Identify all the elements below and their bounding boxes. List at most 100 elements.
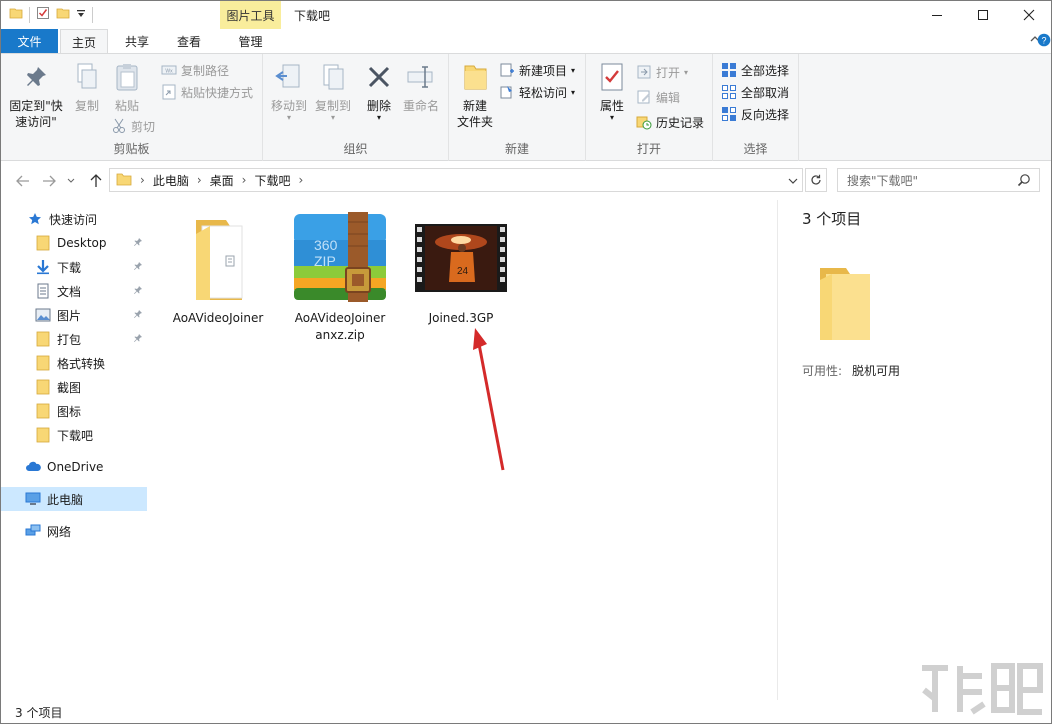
folder-icon [35, 427, 51, 443]
customize-dropdown-icon[interactable] [76, 6, 86, 23]
nav-item-screenshots[interactable]: 截图 [1, 375, 147, 399]
organize-group-label: 组织 [343, 142, 368, 156]
svg-text:?: ? [1041, 36, 1046, 46]
nav-item-icons[interactable]: 图标 [1, 399, 147, 423]
new-item-icon [499, 62, 515, 78]
tab-home[interactable]: 主页 [60, 29, 108, 54]
file-item-zip[interactable]: 360 ZIP AoAVideoJoiner anxz.zip [290, 210, 390, 344]
new-item-button[interactable]: 新建项目 ▾ [499, 60, 575, 80]
organize-group: 移动到 ▾ 复制到 ▾ 删除 ▾ 重命名 组织 [263, 54, 449, 161]
copy-button[interactable]: 复制 [69, 60, 105, 114]
delete-x-icon [362, 60, 396, 94]
file-item-folder[interactable]: AoAVideoJoiner [168, 210, 268, 327]
history-button[interactable]: 历史记录 [636, 112, 704, 132]
select-none-icon [721, 84, 737, 100]
window-title: 下载吧 [294, 9, 331, 23]
up-button[interactable] [86, 172, 106, 190]
paste-button[interactable]: 粘贴 [109, 60, 145, 114]
ribbon-tabs: 文件 主页 共享 查看 管理 ? [1, 29, 1051, 54]
select-all-button[interactable]: 全部选择 [721, 60, 789, 80]
properties-button[interactable]: 属性 ▾ [592, 60, 632, 122]
pin-icon[interactable] [133, 236, 143, 250]
help-icon[interactable]: ? [1037, 33, 1051, 50]
new-folder-icon[interactable] [56, 6, 70, 23]
nav-this-pc[interactable]: 此电脑 [1, 487, 147, 511]
new-folder-icon [458, 60, 492, 94]
nav-item-desktop[interactable]: Desktop [1, 231, 147, 255]
move-to-icon [272, 60, 306, 94]
close-button[interactable] [1006, 1, 1051, 29]
properties-check-icon[interactable] [36, 6, 50, 23]
details-item-count: 3 个项目 [802, 210, 862, 228]
breadcrumb-this-pc[interactable]: 此电脑 [153, 172, 189, 189]
refresh-button[interactable] [805, 168, 827, 192]
address-bar[interactable]: › 此电脑 › 桌面 › 下载吧 › [109, 168, 803, 192]
select-group: 全部选择 全部取消 反向选择 选择 [713, 54, 799, 161]
folder-icon [35, 355, 51, 371]
open-group-label: 打开 [636, 142, 661, 156]
tab-share[interactable]: 共享 [113, 29, 161, 53]
zip-archive-icon: 360 ZIP [292, 210, 388, 306]
nav-item-pack[interactable]: 打包 [1, 327, 147, 351]
breadcrumb-current[interactable]: 下载吧 [254, 172, 290, 189]
nav-network[interactable]: 网络 [1, 519, 147, 543]
pin-icon[interactable] [133, 332, 143, 346]
invert-selection-button[interactable]: 反向选择 [721, 104, 789, 124]
cut-button[interactable]: 剪切 [111, 116, 155, 136]
minimize-button[interactable] [914, 1, 960, 29]
edit-button[interactable]: 编辑 [636, 87, 680, 107]
pin-icon[interactable] [133, 260, 143, 274]
properties-check-icon [595, 60, 629, 94]
explorer-window: 图片工具 下载吧 文件 主页 共享 查看 管理 ? 固定到"快 速访问" 复制 … [0, 0, 1052, 724]
tab-view[interactable]: 查看 [165, 29, 213, 53]
edit-icon [636, 89, 652, 105]
tab-file[interactable]: 文件 [1, 29, 58, 53]
nav-item-format-convert[interactable]: 格式转换 [1, 351, 147, 375]
copy-path-button[interactable]: Wx 复制路径 [161, 60, 229, 80]
breadcrumb-desktop[interactable]: 桌面 [210, 172, 234, 189]
scissors-icon [111, 118, 127, 134]
copy-path-icon: Wx [161, 62, 177, 78]
copy-to-button[interactable]: 复制到 ▾ [311, 60, 355, 122]
new-folder-button[interactable]: 新建 文件夹 [451, 60, 499, 130]
svg-text:360: 360 [314, 237, 338, 253]
history-icon [636, 114, 652, 130]
rename-button[interactable]: 重命名 [399, 60, 443, 114]
nav-item-xiazaiba[interactable]: 下载吧 [1, 423, 147, 447]
nav-item-pictures[interactable]: 图片 [1, 303, 147, 327]
paste-shortcut-icon [161, 84, 177, 100]
select-none-button[interactable]: 全部取消 [721, 82, 789, 102]
search-icon [1017, 173, 1031, 190]
video-thumbnail: 24 [413, 210, 509, 306]
forward-button[interactable] [39, 172, 59, 190]
back-button[interactable] [13, 172, 33, 190]
tab-manage[interactable]: 管理 [220, 29, 281, 53]
clipboard-group-label: 剪贴板 [113, 142, 150, 156]
pin-icon[interactable] [133, 284, 143, 298]
details-pane: 3 个项目 可用性: 脱机可用 [777, 200, 1051, 700]
nav-item-documents[interactable]: 文档 [1, 279, 147, 303]
folder-icon [35, 331, 51, 347]
availability-value: 脱机可用 [852, 364, 901, 378]
star-icon [27, 211, 43, 227]
file-item-video[interactable]: 24 Joined.3GP [411, 210, 511, 327]
folder-icon [35, 235, 51, 251]
open-button[interactable]: 打开 ▾ [636, 62, 688, 82]
nav-quick-access[interactable]: 快速访问 [1, 207, 147, 231]
folder-icon [35, 379, 51, 395]
recent-locations-dropdown[interactable] [65, 172, 77, 190]
maximize-button[interactable] [960, 1, 1006, 29]
paste-shortcut-button[interactable]: 粘贴快捷方式 [161, 82, 253, 102]
download-icon [35, 259, 51, 275]
pin-quick-access-button[interactable]: 固定到"快 速访问" [5, 60, 67, 130]
easy-access-button[interactable]: 轻松访问 ▾ [499, 82, 575, 102]
pin-icon[interactable] [133, 308, 143, 322]
nav-item-downloads[interactable]: 下载 [1, 255, 147, 279]
move-to-button[interactable]: 移动到 ▾ [267, 60, 311, 122]
select-all-icon [721, 62, 737, 78]
nav-onedrive[interactable]: OneDrive [1, 455, 147, 479]
address-dropdown-icon[interactable] [788, 174, 798, 188]
delete-button[interactable]: 删除 ▾ [359, 60, 399, 122]
file-list: AoAVideoJoiner 360 ZIP AoAVideoJoiner an… [151, 200, 776, 700]
search-input[interactable]: 搜索"下载吧" [837, 168, 1040, 192]
